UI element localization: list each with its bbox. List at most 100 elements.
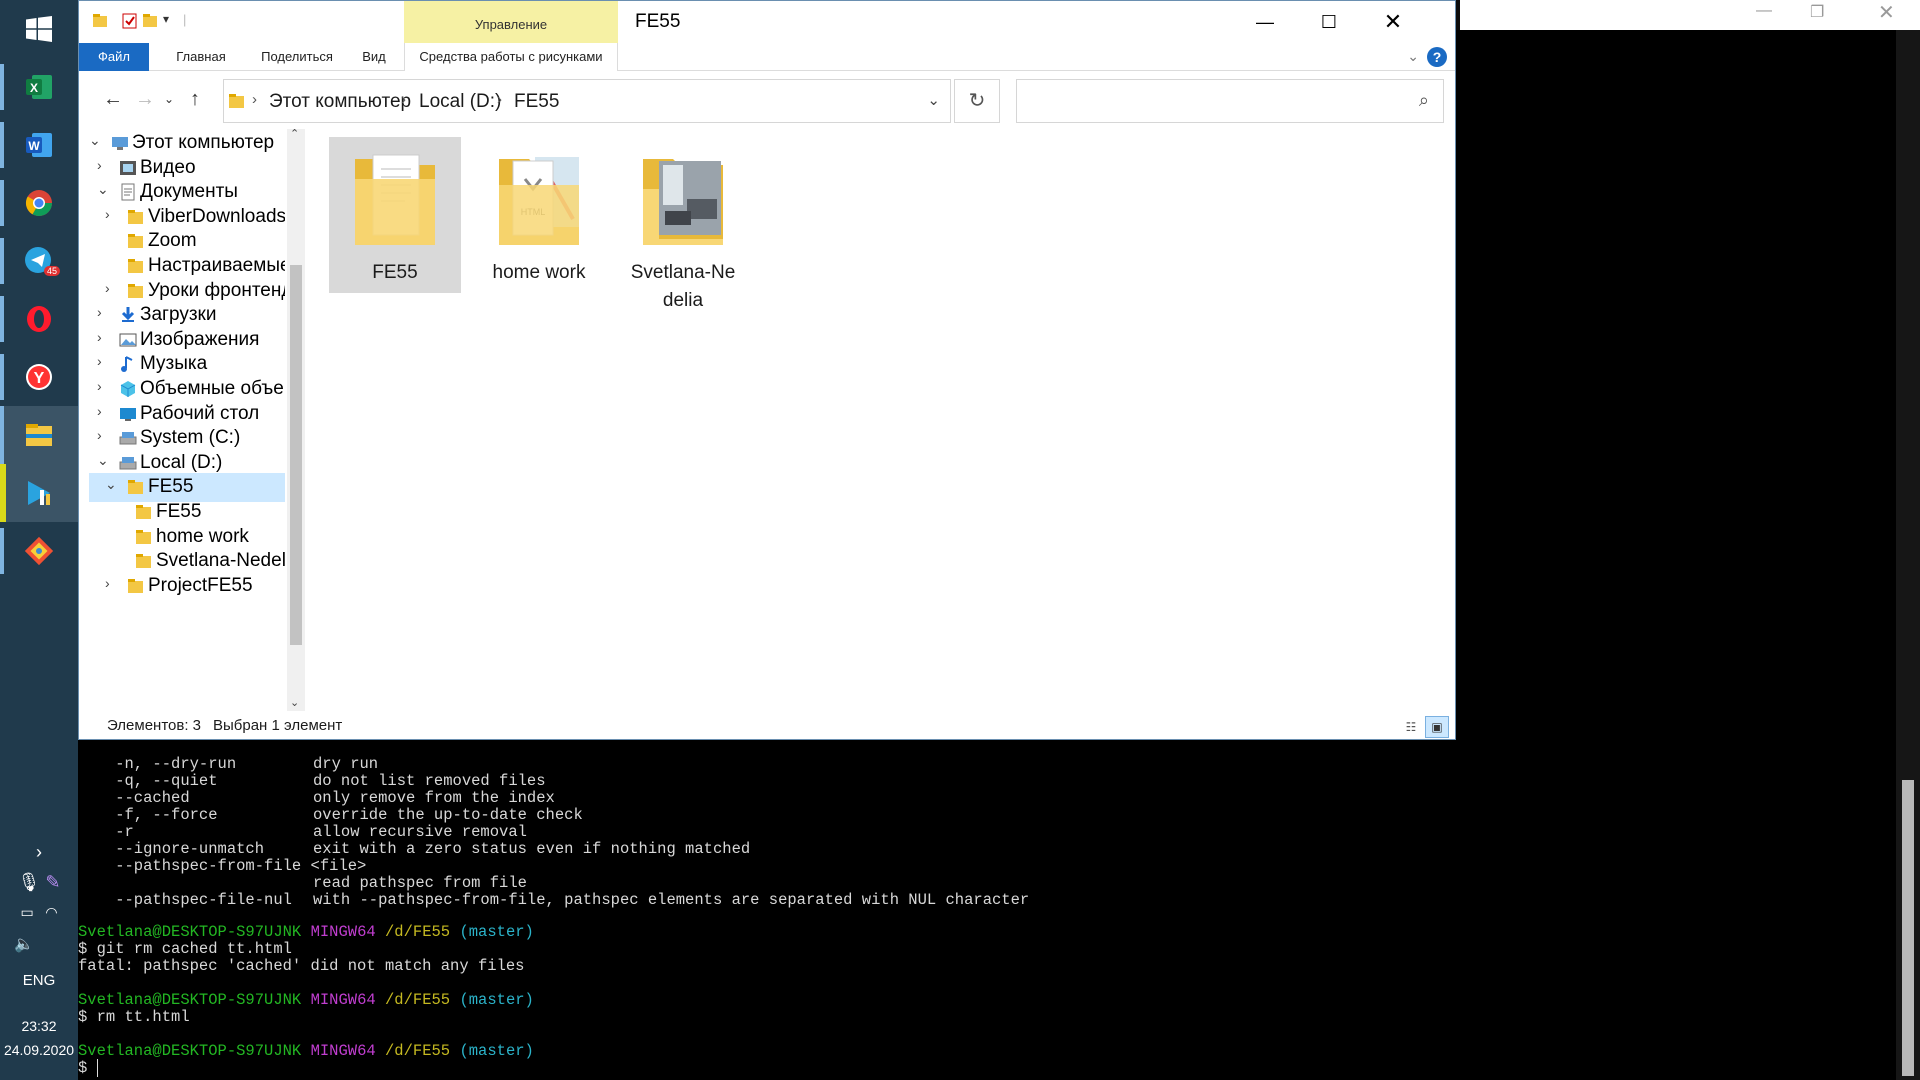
refresh-icon: ↻ — [968, 90, 986, 112]
terminal-cursor — [96, 1059, 107, 1077]
chevron-right-icon[interactable]: › — [97, 304, 102, 320]
chevron-down-icon[interactable]: ⌄ — [105, 476, 117, 493]
terminal-line: do not list removed files — [313, 773, 546, 790]
taskbar-ide[interactable] — [0, 464, 78, 522]
taskbar-file-explorer[interactable] — [0, 406, 78, 464]
start-button[interactable] — [0, 0, 78, 58]
tree-item[interactable]: › ProjectFE55 — [89, 572, 285, 601]
title-bar[interactable]: ▾ | Управление FE55 — ☐ ✕ — [79, 1, 1455, 43]
chevron-right-icon[interactable]: › — [97, 403, 102, 419]
folder-item[interactable]: Svetlana-Ne delia — [617, 137, 749, 311]
tab-share[interactable]: Поделиться — [247, 43, 347, 71]
restore-icon[interactable]: ❐ — [1810, 2, 1824, 22]
search-input[interactable]: ⌕ — [1016, 79, 1444, 123]
arrow-right-icon: → — [135, 88, 155, 110]
folder-item[interactable]: FE55 — [329, 137, 461, 293]
status-bar: Элементов: 3 Выбран 1 элемент ☷ ▣ — [79, 711, 1455, 739]
tab-view[interactable]: Вид — [351, 43, 397, 71]
breadcrumb-separator[interactable]: › — [401, 91, 406, 108]
back-button[interactable]: ← — [99, 85, 127, 113]
chevron-right-icon[interactable]: › — [105, 280, 110, 296]
address-bar[interactable]: › Этот компьютер › Local (D:) › FE55 ⌄ — [223, 79, 951, 123]
navigation-pane-scrollbar[interactable]: ⌃ ⌄ — [287, 127, 305, 711]
details-view-icon[interactable]: ☷ — [1399, 716, 1423, 738]
chevron-down-icon[interactable]: ⌄ — [89, 132, 101, 149]
tab-file[interactable]: Файл — [79, 43, 149, 71]
chevron-right-icon[interactable]: › — [97, 353, 102, 369]
recent-locations-button[interactable]: ⌄ — [155, 85, 183, 113]
tab-home[interactable]: Главная — [159, 43, 243, 71]
chevron-right-icon[interactable]: › — [105, 575, 110, 591]
chevron-right-icon[interactable]: › — [97, 157, 102, 173]
chevron-down-icon[interactable]: ⌄ — [97, 181, 109, 198]
chevron-right-icon[interactable]: › — [97, 378, 102, 394]
close-button[interactable]: ✕ — [1361, 1, 1425, 43]
clock-time[interactable]: 23:32 — [0, 1018, 78, 1034]
file-list: FE55 HTML home work Svetlana-Ne delia — [319, 137, 1439, 697]
taskbar-telegram[interactable]: 45 — [0, 232, 78, 290]
manage-contextual-tab[interactable]: Управление — [404, 1, 618, 43]
prompt-env: MINGW64 — [310, 923, 376, 941]
volume-icon[interactable]: 🔈 — [0, 934, 78, 954]
customize-quick-access-icon[interactable]: ▾ — [163, 12, 181, 30]
tree-item-label: FE55 — [148, 476, 194, 498]
taskbar-yandex[interactable]: Y — [0, 348, 78, 406]
taskbar-excel[interactable]: X — [0, 58, 78, 116]
breadcrumb-this-pc[interactable]: Этот компьютер — [269, 91, 411, 113]
new-folder-icon[interactable] — [141, 12, 159, 30]
terminal-titlebar[interactable]: — ❐ ✕ — [1460, 0, 1920, 30]
terminal-line: Svetlana@DESKTOP-S97UJNK MINGW64 /d/FE55… — [78, 1043, 534, 1060]
tray-status[interactable]: ▭ ◠ — [0, 904, 78, 921]
breadcrumb-fe55[interactable]: FE55 — [514, 91, 559, 113]
arrow-left-icon: ← — [103, 88, 123, 110]
terminal-line: only remove from the index — [313, 790, 555, 807]
scroll-down-icon[interactable]: ⌄ — [290, 696, 299, 709]
chevron-right-icon[interactable]: › — [97, 427, 102, 443]
microphone-icon[interactable]: 🎙 — [18, 872, 41, 892]
help-icon[interactable]: ? — [1427, 47, 1447, 67]
taskbar-word[interactable]: W — [0, 116, 78, 174]
breadcrumb-separator[interactable]: › — [252, 91, 257, 108]
minimize-icon[interactable]: — — [1756, 2, 1772, 20]
chevron-right-icon[interactable]: › — [97, 329, 102, 345]
prompt-branch: (master) — [459, 1042, 534, 1060]
folder-name: home work — [492, 262, 586, 283]
taskbar-opera[interactable] — [0, 290, 78, 348]
close-icon[interactable]: ✕ — [1878, 0, 1895, 25]
wifi-icon[interactable]: ◠ — [45, 904, 57, 920]
telegram-badge: 45 — [44, 266, 61, 276]
chevron-right-icon[interactable]: › — [105, 206, 110, 222]
chevron-down-icon[interactable]: ⌄ — [97, 452, 109, 469]
option-description: with --pathspec-from-file, pathspec elem… — [313, 891, 1030, 909]
taskbar-git[interactable] — [0, 522, 78, 580]
taskbar-chrome[interactable] — [0, 174, 78, 232]
scrollbar-thumb[interactable] — [1902, 780, 1914, 1076]
large-icons-view-icon[interactable]: ▣ — [1425, 716, 1449, 738]
close-icon: ✕ — [1383, 9, 1403, 34]
language-indicator[interactable]: ENG — [0, 972, 78, 989]
windows-icon — [26, 16, 52, 42]
pen-icon[interactable]: ✎ — [45, 872, 60, 892]
computer-icon — [111, 134, 129, 152]
breadcrumb-separator[interactable]: › — [497, 91, 502, 108]
minimize-button[interactable]: — — [1233, 1, 1297, 43]
refresh-button[interactable]: ↻ — [954, 79, 1000, 123]
scroll-up-icon[interactable]: ⌃ — [290, 127, 299, 140]
breadcrumb-local-d[interactable]: Local (D:) — [419, 91, 501, 113]
tray-expand-icon[interactable]: › — [0, 842, 78, 863]
maximize-button[interactable]: ☐ — [1297, 1, 1361, 43]
terminal-scrollbar[interactable] — [1896, 30, 1920, 1080]
clock-date[interactable]: 24.09.2020 — [0, 1042, 78, 1058]
scrollbar-thumb[interactable] — [290, 265, 302, 645]
terminal-line: read pathspec from file — [313, 875, 527, 892]
battery-icon[interactable]: ▭ — [20, 904, 33, 920]
address-history-icon[interactable]: ⌄ — [927, 91, 940, 109]
chevron-down-icon[interactable]: ⌄ — [1407, 48, 1419, 65]
properties-check-icon[interactable] — [121, 12, 139, 30]
folder-name: Svetlana-Ne delia — [630, 262, 736, 311]
tab-picture-tools[interactable]: Средства работы с рисунками — [404, 43, 618, 71]
folder-item[interactable]: HTML home work — [473, 137, 605, 293]
tray-icons[interactable]: 🎙 ✎ — [0, 872, 78, 893]
navigation-bar: ← → ⌄ ↑ › Этот компьютер › Local (D:) › … — [79, 71, 1455, 127]
up-button[interactable]: ↑ — [181, 85, 209, 113]
